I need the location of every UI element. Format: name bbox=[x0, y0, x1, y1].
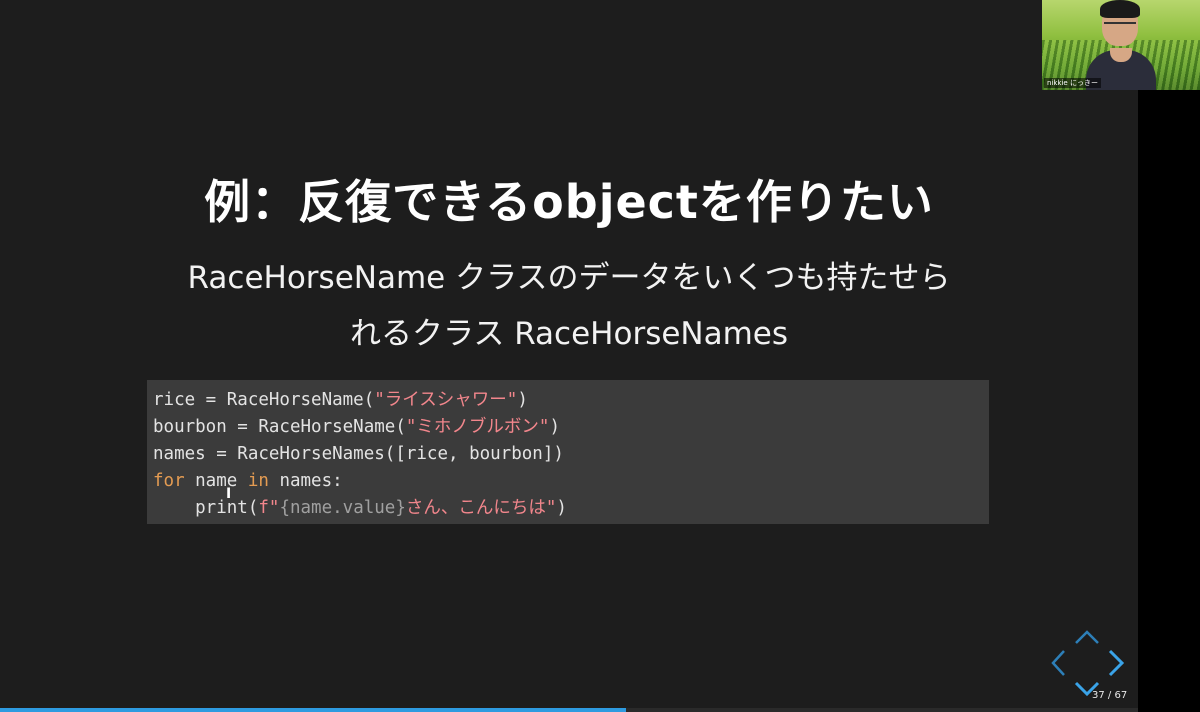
presenter-glasses bbox=[1104, 22, 1136, 32]
nav-up-icon[interactable] bbox=[1075, 630, 1099, 644]
code-line-5: print(f"{name.value}さん、こんにちは") bbox=[153, 495, 989, 522]
code-text: ) bbox=[517, 390, 528, 410]
code-text: ) bbox=[549, 417, 560, 437]
code-text: print( bbox=[153, 498, 259, 518]
page-number: 37 / 67 bbox=[1092, 690, 1128, 701]
code-string: "ミホノブルボン" bbox=[405, 417, 550, 437]
right-margin bbox=[1138, 0, 1200, 712]
nav-right-icon[interactable] bbox=[1108, 649, 1125, 677]
code-keyword: in bbox=[247, 471, 269, 491]
code-text: ) bbox=[556, 498, 567, 518]
slide-area: 例：反復できるobjectを作りたい RaceHorseName クラスのデータ… bbox=[0, 0, 1138, 712]
code-line-3: names = RaceHorseNames([rice, bourbon]) bbox=[153, 441, 989, 468]
nav-left-icon[interactable] bbox=[1051, 650, 1065, 676]
code-line-1: rice = RaceHorseName("ライスシャワー") bbox=[153, 387, 989, 414]
progress-bar bbox=[0, 708, 626, 712]
code-keyword: for bbox=[153, 471, 185, 491]
code-text: names: bbox=[268, 471, 343, 491]
code-string: "ライスシャワー" bbox=[374, 390, 518, 410]
slide-subtitle-line2: れるクラス RaceHorseNames bbox=[349, 316, 789, 352]
code-text: names = RaceHorseNames([rice, bourbon]) bbox=[153, 444, 564, 464]
code-line-2: bourbon = RaceHorseName("ミホノブルボン") bbox=[153, 414, 989, 441]
code-interpolation: {name.value} bbox=[279, 498, 406, 518]
code-text: name bbox=[184, 471, 248, 491]
code-text: rice = RaceHorseName( bbox=[153, 390, 375, 410]
code-block: rice = RaceHorseName("ライスシャワー") bourbon … bbox=[147, 380, 989, 524]
code-text: bourbon = RaceHorseName( bbox=[153, 417, 406, 437]
slide-subtitle-line1: RaceHorseName クラスのデータをいくつも持たせら bbox=[187, 260, 951, 296]
presenter-hair bbox=[1100, 0, 1140, 18]
slide-title: 例：反復できるobjectを作りたい bbox=[204, 175, 934, 229]
webcam-video[interactable]: nikkie にっきー bbox=[1042, 0, 1200, 90]
webcam-name-label: nikkie にっきー bbox=[1044, 78, 1101, 88]
code-string: さん、こんにちは" bbox=[405, 498, 557, 518]
text-cursor-icon: I bbox=[226, 486, 232, 502]
code-line-4: for name in names: bbox=[153, 468, 989, 495]
code-string: f" bbox=[258, 498, 280, 518]
